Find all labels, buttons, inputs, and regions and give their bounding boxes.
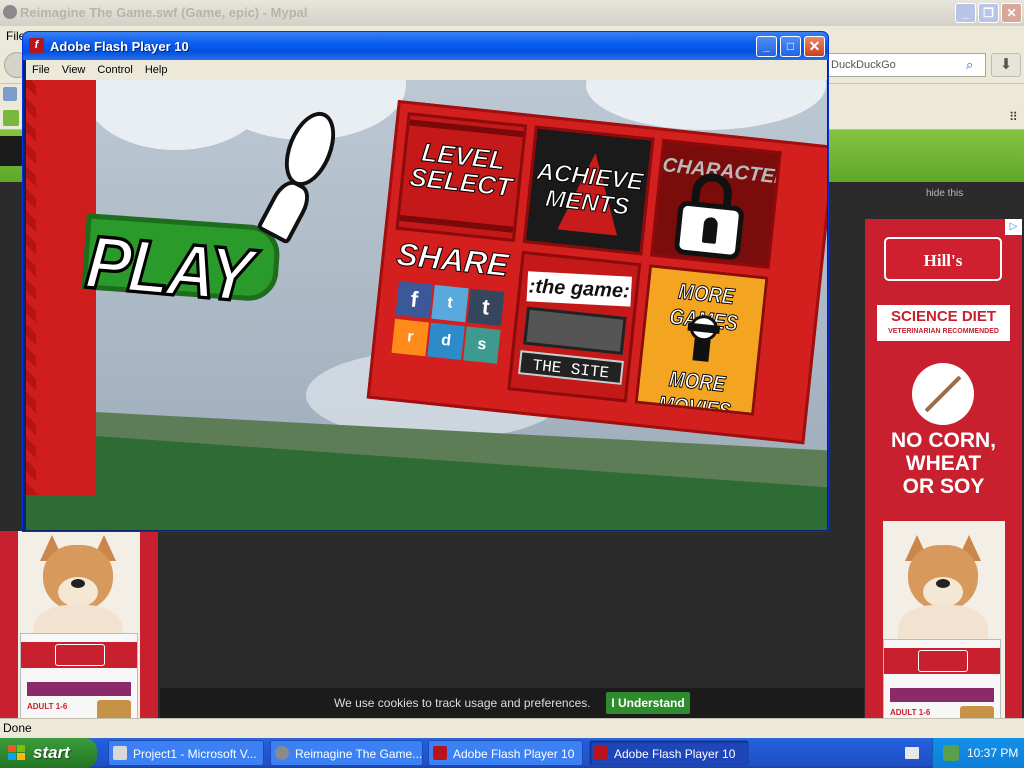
bookmark-icon[interactable] [3,87,17,101]
stumbleupon-icon[interactable]: s [463,326,501,364]
science-diet-banner: SCIENCE DIET VETERINARIAN RECOMMENDED [877,305,1010,341]
browser-restore-button[interactable]: ❐ [978,3,999,23]
stick-hand-icon [256,104,346,245]
vb-app-icon [113,746,127,760]
mypal-icon [275,746,289,760]
taskbar-item[interactable]: Adobe Flash Player 10 [589,740,749,766]
ad-banner-left[interactable]: ADULT 1-6 [0,531,158,718]
level-select-button[interactable]: LEVEL SELECT [395,112,528,242]
flash-icon: f [29,38,44,53]
achievements-button[interactable]: ACHIEVE MENTS [522,125,655,256]
download-button[interactable]: ⬇ [991,53,1021,77]
claim-line-1: NO CORN, [891,429,996,452]
cookie-accept-button[interactable]: I Understand [606,692,690,714]
taskbar-item[interactable]: Project1 - Microsoft V... [108,740,264,766]
the-site-button[interactable]: :the game: THE SITE [507,250,642,403]
level-select-label: LEVEL SELECT [408,136,514,203]
share-label: SHARE [395,237,511,284]
addon-icon[interactable] [3,110,19,126]
start-button[interactable]: start [0,738,97,768]
character-select-button[interactable]: CHARACTER [650,138,782,269]
play-button[interactable]: PLAY [81,219,255,320]
flash-title-text: Adobe Flash Player 10 [50,39,189,54]
browser-title-text: Reimagine The Game.swf (Game, epic) - My… [20,5,308,20]
shiba-dog-image [883,535,1003,665]
site-screenshot [523,306,627,355]
hide-ad-link[interactable]: hide this [926,188,963,199]
claim-line-3: OR SOY [902,475,985,498]
taskbar-item-label: Reimagine The Game.... [295,747,423,761]
system-tray: 10:37 PM [932,738,1024,768]
maximize-button[interactable]: □ [780,36,801,57]
flash-player-window: f Adobe Flash Player 10 _ □ ✕ File View Co… [22,31,829,532]
facebook-icon[interactable]: f [395,281,433,319]
flash-titlebar[interactable]: f Adobe Flash Player 10 _ □ ✕ [23,32,828,60]
browser-titlebar: Reimagine The Game.swf (Game, epic) - My… [0,0,1024,26]
science-diet-text: SCIENCE DIET [890,308,996,325]
taskbar-item-label: Adobe Flash Player 10 [453,747,575,761]
adchoices-icon[interactable]: ▷ [1005,219,1022,235]
game-menu-panel: LEVEL SELECT ACHIEVE MENTS CHARACTER SHARE… [366,100,827,445]
taskbar-item[interactable]: Adobe Flash Player 10 [428,740,583,766]
achievements-label: ACHIEVE MENTS [535,157,645,221]
flash-stage[interactable]: PLAY LEVEL SELECT ACHIEVE MENTS CHARACTER [26,80,827,530]
taskbar: start Project1 - Microsoft V... Reimagin… [0,738,1024,768]
status-bar: Done [0,718,1024,738]
character-face-icon [684,313,721,363]
search-icon[interactable]: ⌕ [966,57,980,72]
flash-menubar: File View Control Help [26,60,827,80]
menu-control[interactable]: Control [91,60,138,80]
windows-logo-icon [8,745,26,761]
browser-minimize-button[interactable]: _ [955,3,976,23]
taskbar-item-label: Project1 - Microsoft V... [133,747,257,761]
delicious-icon[interactable]: d [427,322,465,361]
no-wheat-icon [912,363,974,425]
start-label: start [33,743,70,762]
lock-icon [673,170,749,261]
dog-food-bag-image: ADULT 1-6 [20,633,138,718]
bag-label: ADULT 1-6 [27,702,68,711]
cookie-banner: We use cookies to track usage and prefer… [160,688,864,718]
the-site-label: THE SITE [518,350,624,385]
no-corn-claim: NO CORN, WHEAT OR SOY [865,429,1022,498]
flash-icon [594,746,608,760]
dog-food-bag-image: ADULT 1-6 [883,639,1001,718]
more-movies-label: MORE MOVIES [657,365,733,416]
ad-banner-right[interactable]: Hill's SCIENCE DIET VETERINARIAN RECOMME… [865,219,1022,718]
menu-view[interactable]: View [56,60,92,80]
more-games-button[interactable]: MORE GAMES MORE MOVIES [634,264,769,416]
hills-logo: Hill's [884,237,1002,281]
mypal-icon [3,5,17,19]
overflow-menu-icon[interactable]: ⠿ [1009,110,1018,124]
reddit-icon[interactable]: r [391,318,429,357]
keyboard-icon[interactable] [905,747,919,759]
site-logo[interactable] [0,136,22,166]
network-icon[interactable] [943,745,959,761]
claim-line-2: WHEAT [905,452,982,475]
taskbar-item-label: Adobe Flash Player 10 [614,747,736,761]
hills-logo-text: Hill's [923,251,963,270]
menu-file[interactable]: File [26,60,56,80]
taskbar-item[interactable]: Reimagine The Game.... [270,740,423,766]
clock[interactable]: 10:37 PM [967,738,1018,768]
search-input[interactable]: DuckDuckGo [820,53,986,77]
share-panel: SHARE f t t r d s [379,237,514,390]
vet-recommended-text: VETERINARIAN RECOMMENDED [888,328,999,335]
bag-label: ADULT 1-6 [890,708,931,717]
minimize-button[interactable]: _ [756,36,777,57]
browser-close-button[interactable]: ✕ [1001,3,1022,23]
close-button[interactable]: ✕ [804,36,825,57]
twitter-icon[interactable]: t [431,284,469,323]
cookie-text: We use cookies to track usage and prefer… [334,696,591,710]
menu-help[interactable]: Help [139,60,174,80]
flash-icon [433,746,447,760]
the-game-logo: :the game: [526,271,632,307]
tumblr-icon[interactable]: t [467,288,505,326]
